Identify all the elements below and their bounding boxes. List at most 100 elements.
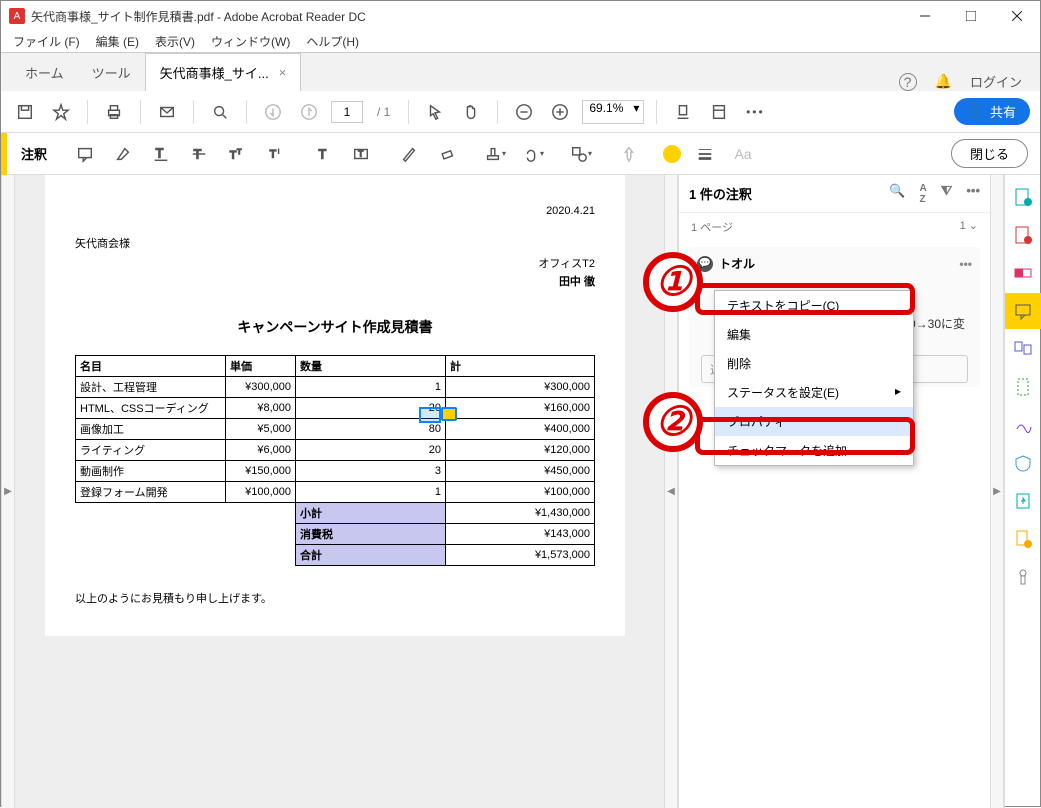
tray-export-icon[interactable] <box>1013 491 1033 511</box>
attach-tool-icon[interactable]: ▾ <box>519 140 547 168</box>
annotation-highlight[interactable] <box>419 407 441 423</box>
tab-tools[interactable]: ツール <box>78 53 145 91</box>
ctx-delete[interactable]: 削除 <box>715 349 913 378</box>
left-collapse-handle[interactable]: ▶ <box>1 175 15 808</box>
menu-edit[interactable]: 編集 (E) <box>90 33 145 50</box>
help-icon[interactable]: ? <box>899 73 917 91</box>
prev-page-icon[interactable] <box>259 98 287 126</box>
share-button[interactable]: 👤共有 <box>954 98 1030 125</box>
panel-search-icon[interactable]: 🔍 <box>889 183 905 205</box>
tray-edit-pdf-icon[interactable] <box>1013 263 1033 283</box>
color-picker-icon[interactable] <box>663 145 681 163</box>
pin-icon[interactable] <box>615 140 643 168</box>
th-qty: 数量 <box>296 356 446 377</box>
fit-width-icon[interactable] <box>669 98 697 126</box>
tray-convert-icon[interactable] <box>1013 529 1033 549</box>
table-row: 登録フォーム開発¥100,0001¥100,000 <box>76 482 595 503</box>
page-number-input[interactable] <box>331 101 363 123</box>
more-icon[interactable]: ••• <box>741 98 769 126</box>
doc-addressee: 矢代商会様 <box>75 235 595 251</box>
svg-text:T: T <box>319 147 327 161</box>
print-icon[interactable] <box>100 98 128 126</box>
maximize-button[interactable] <box>948 1 994 31</box>
hand-icon[interactable] <box>457 98 485 126</box>
eraser-tool-icon[interactable] <box>433 140 461 168</box>
subtotal-row: 小計¥1,430,000 <box>76 503 595 524</box>
bell-icon[interactable]: 🔔 <box>935 73 952 90</box>
pointer-icon[interactable] <box>421 98 449 126</box>
tray-comment-icon[interactable] <box>1005 293 1041 329</box>
menu-view[interactable]: 表示(V) <box>149 33 201 50</box>
mail-icon[interactable] <box>153 98 181 126</box>
textbox-tool-icon[interactable]: T <box>347 140 375 168</box>
tray-more-tools-icon[interactable] <box>1013 567 1033 587</box>
close-window-button[interactable] <box>994 1 1040 31</box>
title-bar: A 矢代商事様_サイト制作見積書.pdf - Adobe Acrobat Rea… <box>1 1 1040 31</box>
panel-more-icon[interactable]: ••• <box>966 183 980 205</box>
minimize-button[interactable] <box>902 1 948 31</box>
ctx-edit[interactable]: 編集 <box>715 320 913 349</box>
annobar-label: 注釈 <box>7 144 61 163</box>
close-annobar-button[interactable]: 閉じる <box>951 139 1028 168</box>
ctx-set-status[interactable]: ステータスを設定(E)▸ <box>715 378 913 407</box>
login-link[interactable]: ログイン <box>970 72 1022 91</box>
panel-page-row[interactable]: 1 ページ 1 ⌄ <box>679 213 990 241</box>
highlight-tool-icon[interactable] <box>109 140 137 168</box>
tab-home[interactable]: ホーム <box>11 53 78 91</box>
table-row: 画像加工¥5,00080¥400,000 <box>76 419 595 440</box>
search-icon[interactable] <box>206 98 234 126</box>
doc-from-person: 田中 徹 <box>75 273 595 289</box>
tab-document[interactable]: 矢代商事様_サイ...× <box>145 53 302 91</box>
menu-bar: ファイル (F) 編集 (E) 表示(V) ウィンドウ(W) ヘルプ(H) <box>1 31 1040 53</box>
menu-window[interactable]: ウィンドウ(W) <box>205 33 296 50</box>
text-tool-icon[interactable]: T <box>309 140 337 168</box>
underline-tool-icon[interactable]: T <box>147 140 175 168</box>
tray-organize-icon[interactable] <box>1013 339 1033 359</box>
doc-date: 2020.4.21 <box>75 205 595 217</box>
callout-1-box <box>695 283 915 315</box>
document-viewport[interactable]: 2020.4.21 矢代商会様 オフィスT2 田中 徹 キャンペーンサイト作成見… <box>15 175 664 808</box>
table-row: HTML、CSSコーディング¥8,00020¥160,000 <box>76 398 595 419</box>
panel-filter-icon[interactable]: ⧨ <box>941 183 953 205</box>
sticky-note-icon[interactable] <box>441 407 457 421</box>
doc-footer: 以上のようにお見積もり申し上げます。 <box>75 590 595 606</box>
shapes-tool-icon[interactable]: ▾ <box>567 140 595 168</box>
font-icon[interactable]: Aa <box>729 140 757 168</box>
replace-text-tool-icon[interactable]: TT <box>223 140 251 168</box>
stamp-tool-icon[interactable]: ▾ <box>481 140 509 168</box>
tray-combine-icon[interactable] <box>1013 225 1033 245</box>
zoom-out-icon[interactable] <box>510 98 538 126</box>
line-weight-icon[interactable] <box>691 140 719 168</box>
right-collapse-handle[interactable]: ▶ <box>990 175 1004 808</box>
next-page-icon[interactable] <box>295 98 323 126</box>
menu-file[interactable]: ファイル (F) <box>7 33 86 50</box>
zoom-select[interactable]: 69.1% ▾ <box>582 100 644 124</box>
strikeout-tool-icon[interactable]: T <box>185 140 213 168</box>
pencil-tool-icon[interactable] <box>395 140 423 168</box>
panel-sort-icon[interactable]: AZ <box>920 183 927 205</box>
total-row: 合計¥1,573,000 <box>76 545 595 566</box>
star-icon[interactable] <box>47 98 75 126</box>
comment-more-icon[interactable]: ••• <box>959 257 972 271</box>
svg-text:T: T <box>358 149 363 158</box>
th-unit: 単価 <box>226 356 296 377</box>
callout-2: ② <box>643 392 703 452</box>
comment-author: トオル <box>719 255 755 272</box>
tray-sign-icon[interactable] <box>1013 415 1033 435</box>
menu-help[interactable]: ヘルプ(H) <box>300 33 365 50</box>
tab-bar: ホーム ツール 矢代商事様_サイ...× ? 🔔 ログイン <box>1 53 1040 91</box>
quote-table: 名目 単価 数量 計 設計、工程管理¥300,0001¥300,000 HTML… <box>75 355 595 566</box>
table-row: 動画制作¥150,0003¥450,000 <box>76 461 595 482</box>
sticky-note-tool-icon[interactable] <box>71 140 99 168</box>
tray-protect-icon[interactable] <box>1013 453 1033 473</box>
window-title: 矢代商事様_サイト制作見積書.pdf - Adobe Acrobat Reade… <box>31 8 902 25</box>
tab-close-icon[interactable]: × <box>279 65 287 80</box>
svg-text:T: T <box>230 149 237 161</box>
tray-create-pdf-icon[interactable] <box>1013 187 1033 207</box>
zoom-in-icon[interactable] <box>546 98 574 126</box>
insert-text-tool-icon[interactable]: T <box>261 140 289 168</box>
tray-compress-icon[interactable] <box>1013 377 1033 397</box>
right-tool-tray <box>1004 175 1040 808</box>
save-icon[interactable] <box>11 98 39 126</box>
page-display-icon[interactable] <box>705 98 733 126</box>
